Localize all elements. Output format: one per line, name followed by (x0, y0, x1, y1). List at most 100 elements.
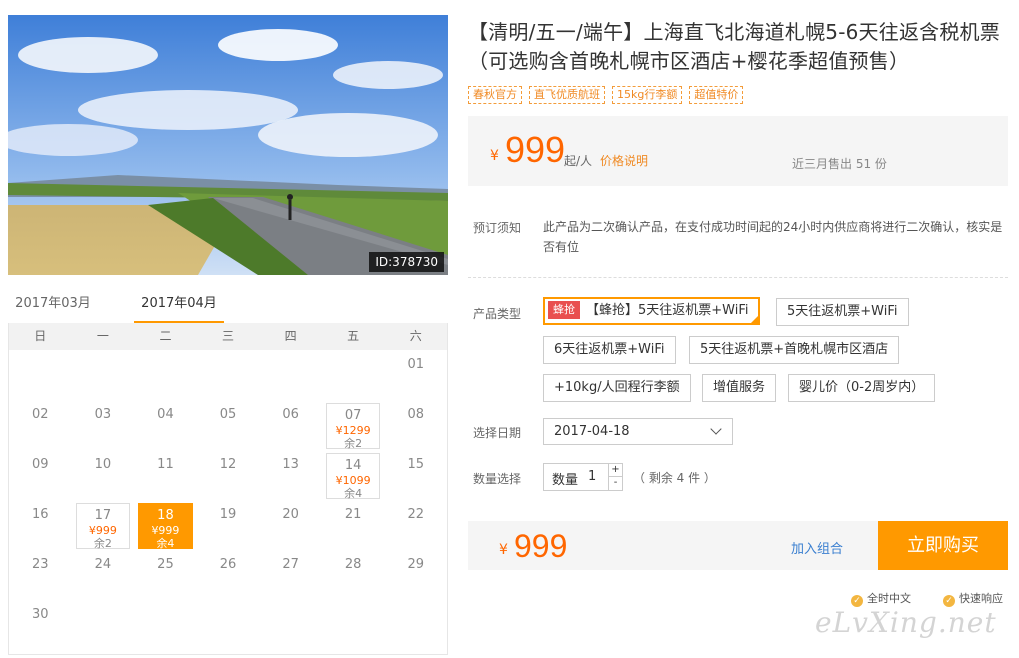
quantity-minus-button[interactable]: - (608, 477, 622, 490)
chevron-down-icon (710, 423, 722, 435)
tag-spring-official: 春秋官方 (468, 86, 522, 104)
calendar-day-cell: 10 (72, 450, 135, 500)
calendar-day-cell (322, 350, 385, 400)
calendar-day-cell: 18 ¥999 余4 (134, 500, 197, 550)
calendar-day: 30 (13, 603, 68, 649)
calendar-day-available[interactable]: 17 ¥999 余2 (75, 503, 131, 550)
calendar-day: 10 (76, 453, 131, 499)
calendar-week-row: 30 (9, 600, 447, 650)
price-explain-link[interactable]: 价格说明 (600, 152, 648, 169)
day-remaining: 余2 (344, 437, 363, 450)
calendar-day-cell (322, 600, 385, 650)
quantity-plus-button[interactable]: + (608, 464, 622, 477)
option-5day-wifi-flash[interactable]: 蜂抢 【蜂抢】5天往返机票+WiFi (543, 297, 760, 325)
calendar-day-cell: 09 (9, 450, 72, 500)
product-tags: 春秋官方 直飞优质航班 15kg行李额 超值特价 (468, 86, 744, 104)
calendar-day: 22 (388, 503, 443, 549)
price-unit: 起/人 (564, 154, 593, 168)
weekday-label: 四 (284, 329, 297, 343)
calendar-day-cell (197, 600, 260, 650)
calendar-day: 15 (388, 453, 443, 499)
day-number: 08 (407, 407, 425, 422)
tab-month-2017-04[interactable]: 2017年04月 (134, 292, 224, 324)
day-number: 03 (94, 407, 112, 422)
day-number: 26 (219, 557, 237, 572)
day-price: ¥1299 (335, 424, 371, 437)
day-number: 24 (94, 557, 112, 572)
calendar-day: 02 (13, 403, 68, 449)
option-value-added[interactable]: 增值服务 (702, 374, 777, 402)
tag-direct-flight: 直飞优质航班 (529, 86, 605, 104)
quantity-input[interactable]: 1 (588, 469, 596, 484)
option-extra-baggage[interactable]: +10kg/人回程行李额 (543, 374, 691, 402)
day-number: 17 (94, 508, 112, 523)
day-number: 12 (219, 457, 237, 472)
day-number: 23 (32, 557, 49, 572)
total-amount: 999 (514, 528, 568, 564)
day-remaining: 余4 (344, 487, 363, 500)
calendar-day-cell: 23 (9, 550, 72, 600)
calendar-weekday-header: 日 一 二 三 四 五 六 (9, 323, 447, 350)
product-type-label: 产品类型 (473, 307, 522, 321)
buy-bar: ¥ 999 加入组合 立即购买 (468, 521, 1008, 570)
calendar-week-row: 16 17 ¥999 余2 18 ¥999 余4 19 20 21 22 (9, 500, 447, 550)
calendar-day-available[interactable]: 07 ¥1299 余2 (325, 403, 381, 450)
calendar-day-cell: 22 (384, 500, 447, 550)
add-combo-link[interactable]: 加入组合 (791, 538, 843, 557)
day-number: 27 (282, 557, 299, 572)
calendar-day: 26 (201, 553, 256, 599)
day-number: 06 (282, 407, 299, 422)
day-number: 21 (344, 507, 362, 522)
calendar-day-cell: 04 (134, 400, 197, 450)
calendar-day-cell: 13 (259, 450, 322, 500)
calendar-day: 11 (138, 453, 193, 499)
day-number: 19 (219, 507, 237, 522)
calendar-day-cell: 25 (134, 550, 197, 600)
calendar-day-cell: 19 (197, 500, 260, 550)
option-5day-hotel[interactable]: 5天往返机票+首晚札幌市区酒店 (689, 336, 900, 364)
assurance-label: 快速响应 (959, 592, 1003, 605)
calendar-day-available[interactable]: 14 ¥1099 余4 (325, 453, 381, 500)
flash-sale-badge: 蜂抢 (548, 301, 580, 319)
day-number: 11 (157, 457, 174, 472)
assurance-chinese: ✓ 全时中文 (851, 590, 911, 607)
buy-now-button[interactable]: 立即购买 (878, 521, 1008, 570)
option-5day-wifi[interactable]: 5天往返机票+WiFi (776, 298, 909, 326)
day-number: 14 (344, 458, 362, 473)
calendar-day-cell (134, 350, 197, 400)
calendar-day-cell (259, 350, 322, 400)
calendar-day-available[interactable]: 18 ¥999 余4 (138, 503, 193, 550)
calendar-day-cell: 11 (134, 450, 197, 500)
option-infant-price[interactable]: 婴儿价（0-2周岁内） (788, 374, 936, 402)
day-number: 05 (219, 407, 237, 422)
tag-special-price: 超值特价 (689, 86, 744, 104)
calendar-day: 28 (326, 553, 381, 599)
day-number: 02 (32, 407, 49, 422)
day-number: 22 (407, 507, 425, 522)
price-amount: 999 (505, 129, 566, 170)
calendar-day: 03 (76, 403, 131, 449)
calendar-day: 29 (388, 553, 443, 599)
price-calendar: 日 一 二 三 四 五 六 01 02 03 04 05 06 07 ¥1299 余2 08 09 1… (8, 323, 448, 655)
calendar-day-cell (134, 600, 197, 650)
option-6day-wifi[interactable]: 6天往返机票+WiFi (543, 336, 676, 364)
quantity-field-label: 数量 (552, 473, 579, 488)
day-number: 25 (157, 557, 174, 572)
calendar-day-cell (72, 350, 135, 400)
calendar-day: 21 (326, 503, 381, 549)
date-select[interactable]: 2017-04-18 (543, 418, 733, 445)
calendar-day-cell: 20 (259, 500, 322, 550)
quantity-label: 数量选择 (473, 472, 522, 486)
price-currency: ¥ (490, 148, 499, 164)
day-price: ¥999 (151, 524, 180, 537)
calendar-day-cell: 16 (9, 500, 72, 550)
weekday-label: 六 (409, 329, 422, 343)
day-remaining: 余2 (93, 537, 112, 550)
day-price: ¥1099 (335, 474, 371, 487)
day-number: 07 (344, 408, 362, 423)
calendar-week-row: 09 10 11 12 13 14 ¥1099 余4 15 (9, 450, 447, 500)
day-number: 09 (32, 457, 49, 472)
day-number: 30 (32, 607, 49, 622)
product-photo[interactable]: ID:378730 (8, 15, 448, 275)
tab-month-2017-03[interactable]: 2017年03月 (8, 292, 98, 324)
